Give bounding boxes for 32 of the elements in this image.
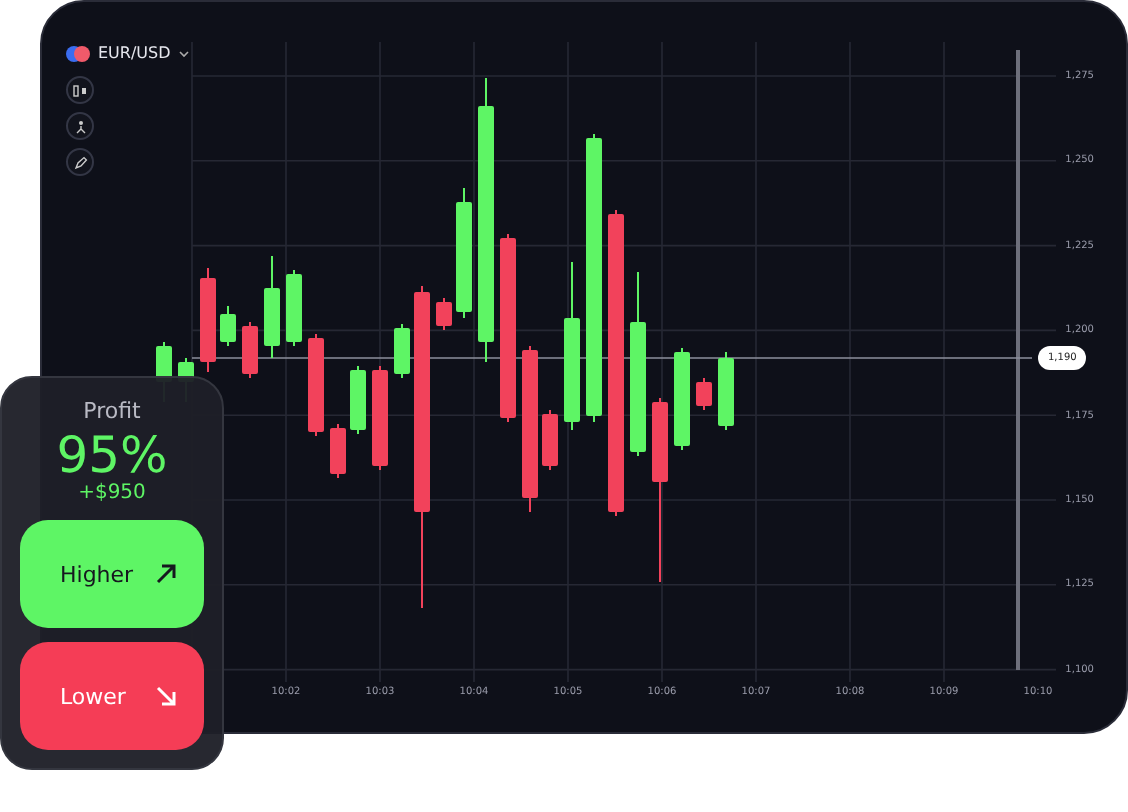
falling-candle [696,377,712,411]
rising-candle [220,305,236,347]
draw-button[interactable] [66,148,94,176]
rising-candle [350,365,366,435]
rising-candle [264,255,280,359]
falling-candle [542,409,558,471]
rising-candle [674,347,690,451]
arrow-up-right-icon [156,564,176,584]
falling-candle [200,267,216,373]
caret-icon [178,49,191,57]
payout-percent: 95% [56,428,168,482]
arrow-down-right-icon [156,686,176,706]
falling-candle [436,297,452,331]
rising-candle [286,269,302,347]
profit-amount: +$950 [78,482,146,504]
lower-button[interactable]: Lower [20,642,204,750]
symbol-selector[interactable]: EUR/USD [66,44,191,62]
falling-candle [330,423,346,479]
pencil-icon [73,155,87,169]
falling-candle [242,321,258,379]
candle-icon [72,83,88,97]
rising-candle [394,323,410,379]
falling-candle [308,333,324,437]
rising-candle [718,351,734,431]
figure-icon [73,119,87,133]
falling-candle [372,365,388,471]
higher-button[interactable]: Higher [20,520,204,628]
profit-label: Profit [83,398,141,424]
rising-candle [456,187,472,319]
indicator-button[interactable] [66,112,94,140]
chart-type-button[interactable] [66,76,94,104]
flag-icon [66,45,90,61]
